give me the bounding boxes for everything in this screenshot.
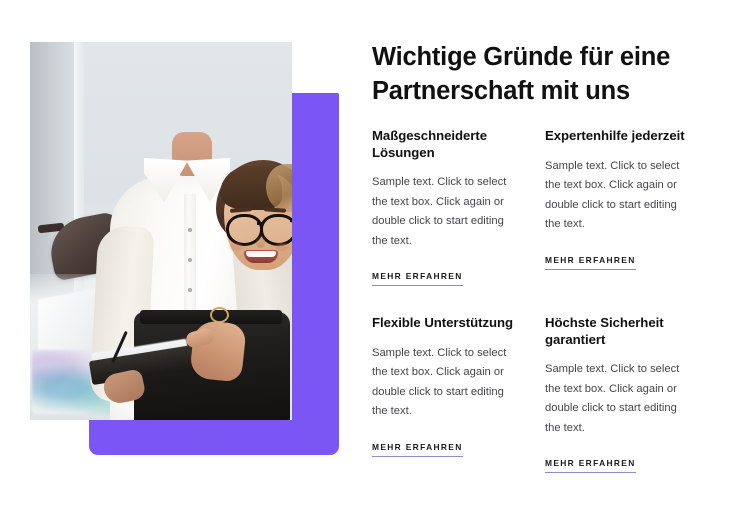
feature-title: Expertenhilfe jederzeit	[545, 128, 685, 143]
content-column: Wichtige Gründe für eine Partnerschaft m…	[372, 0, 702, 517]
feature-card-flexible-unterstuetzung: Flexible Unterstützung Sample text. Clic…	[372, 315, 517, 473]
feature-card-hoechste-sicherheit-garantiert: Höchste Sicherheit garantiert Sample tex…	[545, 315, 695, 473]
photo-scene	[30, 42, 292, 420]
person-figure	[88, 124, 292, 420]
page-root: Wichtige Gründe für eine Partnerschaft m…	[0, 0, 750, 517]
feature-description: Sample text. Click to select the text bo…	[372, 346, 507, 418]
feature-title: Höchste Sicherheit garantiert	[545, 315, 664, 347]
cheek-left	[228, 242, 244, 252]
nose	[256, 234, 265, 248]
shirt-button	[188, 228, 192, 232]
shirt-button	[188, 258, 192, 262]
feature-description: Sample text. Click to select the text bo…	[372, 176, 507, 247]
feature-title: Flexible Unterstützung	[372, 315, 514, 330]
teeth	[246, 251, 276, 257]
feature-grid: Maßgeschneiderte Lösungen Sample text. C…	[372, 128, 702, 473]
person-head	[216, 160, 292, 276]
learn-more-link[interactable]: MEHR ERFAHREN	[545, 458, 636, 473]
feature-card-expertenhilfe-jederzeit: Expertenhilfe jederzeit Sample text. Cli…	[545, 128, 695, 286]
hand-right	[189, 319, 247, 383]
shirt-button	[188, 288, 192, 292]
feature-card-massgeschneiderte-loesungen: Maßgeschneiderte Lösungen Sample text. C…	[372, 128, 517, 286]
feature-description: Sample text. Click to select the text bo…	[545, 159, 680, 231]
smile	[244, 250, 278, 263]
hero-visual	[0, 0, 360, 517]
eyeglasses-bridge	[257, 222, 263, 225]
feature-description: Sample text. Click to select the text bo…	[545, 363, 680, 434]
learn-more-link[interactable]: MEHR ERFAHREN	[372, 442, 463, 457]
section-headline: Wichtige Gründe für eine Partnerschaft m…	[372, 43, 671, 105]
hero-photo	[30, 42, 292, 420]
learn-more-link[interactable]: MEHR ERFAHREN	[372, 271, 463, 286]
learn-more-link[interactable]: MEHR ERFAHREN	[545, 255, 636, 270]
feature-title: Maßgeschneiderte Lösungen	[372, 128, 487, 160]
